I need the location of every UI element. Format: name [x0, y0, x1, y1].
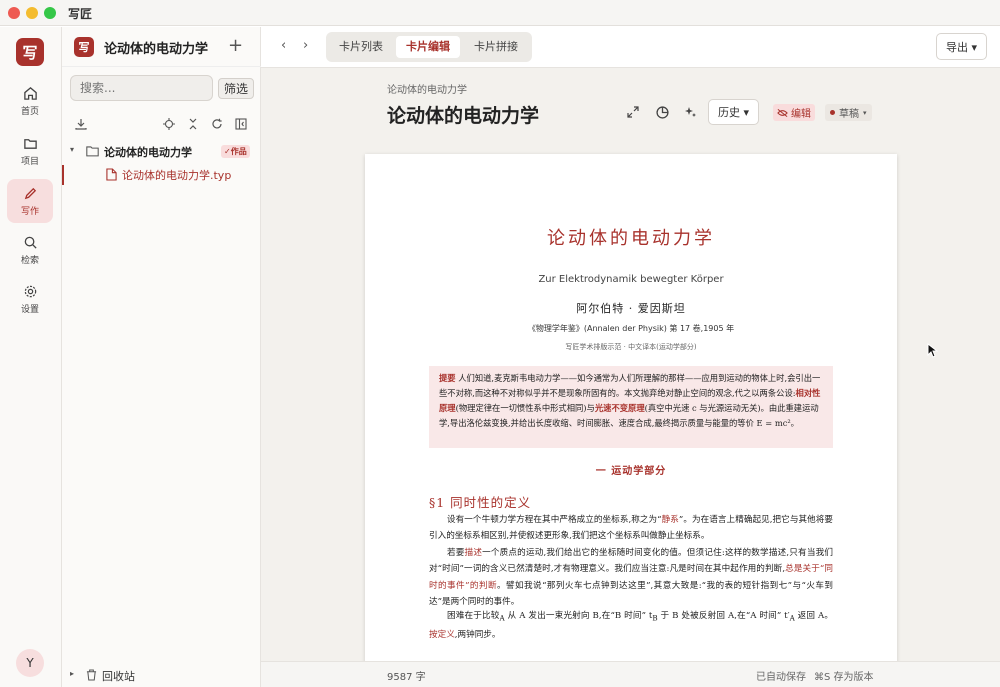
status-bar: 9587 字 已自动保存 ⌘S 存为版本 — [261, 661, 1000, 687]
home-icon — [23, 86, 37, 100]
app-nav-rail: 写 首页 项目 写作 检索 设置 Y — [0, 27, 62, 687]
trash-label: 回收站 — [102, 670, 135, 683]
paper-subtitle: Zur Elektrodynamik bewegter Körper — [538, 274, 724, 285]
chevron-down-icon: ▾ — [863, 108, 867, 117]
back-icon[interactable]: ‹ — [281, 38, 286, 53]
file-icon — [106, 168, 117, 181]
import-icon[interactable] — [74, 117, 88, 131]
ai-sparkle-icon[interactable] — [684, 105, 698, 119]
abstract-text: (物理定律在一切惯性系中形式相同)与 — [455, 403, 595, 413]
paper-author: 阿尔伯特 · 爱因斯坦 — [576, 302, 686, 315]
tree-folder-item[interactable]: ▾ 论动体的电动力学 ✓作品 — [62, 143, 261, 161]
nav-item-write[interactable]: 写作 — [7, 179, 53, 223]
paper-title: 论动体的电动力学 — [547, 228, 715, 249]
gear-icon — [24, 285, 36, 297]
nav-label: 项目 — [20, 156, 39, 167]
expand-icon[interactable] — [626, 105, 640, 119]
eye-off-icon — [777, 108, 788, 117]
document-page[interactable]: 论动体的电动力学 Zur Elektrodynamik bewegter Kör… — [365, 154, 897, 661]
forward-icon[interactable]: › — [303, 38, 308, 53]
top-toolbar: ‹ › 卡片列表 卡片编辑 卡片拼接 导出 ▾ — [261, 27, 1000, 68]
refresh-icon[interactable] — [210, 117, 224, 131]
export-button[interactable]: 导出 ▾ — [936, 33, 987, 60]
pencil-icon — [24, 187, 36, 199]
folder-icon — [86, 146, 99, 157]
draft-status-dropdown[interactable]: 草稿 ▾ — [825, 104, 872, 121]
sidebar-header: 写 论动体的电动力学 + — [62, 27, 261, 67]
locate-icon[interactable] — [162, 117, 176, 131]
abstract-label: 提要 — [439, 373, 456, 383]
save-version-hint[interactable]: ⌘S 存为版本 — [814, 668, 874, 683]
nav-item-search[interactable]: 检索 — [7, 228, 53, 272]
project-title: 论动体的电动力学 — [104, 42, 209, 57]
nav-item-projects[interactable]: 项目 — [7, 129, 53, 173]
mouse-cursor-icon — [927, 343, 938, 358]
nav-label: 写作 — [20, 206, 39, 217]
breadcrumb[interactable]: 论动体的电动力学 — [387, 81, 467, 96]
project-logo: 写 — [74, 37, 94, 57]
close-window-button[interactable] — [8, 7, 20, 19]
editor-main: 论动体的电动力学 论动体的电动力学 历史 ▾ 编辑 草稿 ▾ 论动体的电动力学 … — [261, 68, 1000, 661]
tab-card-edit[interactable]: 卡片编辑 — [396, 36, 460, 58]
project-sidebar: 写 论动体的电动力学 + 筛选 ▾ 论动体的电动力学 ✓作品 论动体的电动力学.… — [62, 27, 261, 687]
view-tabs: 卡片列表 卡片编辑 卡片拼接 — [326, 32, 532, 62]
app-title: 写匠 — [68, 7, 93, 21]
abstract-box: 提要 人们知道,麦克斯韦电动力学——如今通常为人们所理解的那样——应用到运动的物… — [429, 366, 833, 448]
paper-journal: 《物理学年鉴》(Annalen der Physik) 第 17 卷,1905 … — [527, 324, 735, 333]
status-badge: ✓作品 — [221, 145, 250, 158]
paragraph: 困难在于比较A 从 A 发出一束光射向 B,在“B 时间” tB 于 B 处被反… — [429, 611, 833, 641]
folder-icon — [23, 138, 37, 149]
tab-card-list[interactable]: 卡片列表 — [330, 36, 392, 58]
history-button[interactable]: 历史 ▾ — [708, 99, 759, 125]
paragraph: 设有一个牛顿力学方程在其中严格成立的坐标系,称之为“静系”。为在语言上精确起见,… — [429, 515, 833, 542]
word-count: 9587 字 — [387, 672, 426, 683]
trash-icon — [86, 669, 97, 681]
trash-item[interactable]: ▸ 回收站 — [62, 667, 261, 685]
paper-note: 写匠学术排版示范 · 中文译本(运动学部分) — [565, 343, 697, 351]
filter-button[interactable]: 筛选 — [218, 78, 254, 99]
nav-label: 检索 — [20, 255, 39, 266]
search-input[interactable] — [70, 75, 213, 101]
tree-folder-label: 论动体的电动力学 — [104, 146, 192, 159]
nav-item-home[interactable]: 首页 — [7, 79, 53, 123]
nav-label: 设置 — [20, 304, 39, 315]
edit-mode-toggle[interactable]: 编辑 — [773, 104, 815, 121]
section-heading: §1 同时性的定义 — [429, 495, 532, 510]
nav-item-settings[interactable]: 设置 — [7, 277, 53, 321]
status-dot — [830, 110, 835, 115]
edit-mode-label: 编辑 — [791, 109, 811, 120]
search-icon — [24, 236, 37, 249]
user-avatar[interactable]: Y — [16, 649, 44, 677]
abstract-text: 人们知道,麦克斯韦电动力学——如今通常为人们所理解的那样——应用到运动的物体上时… — [439, 373, 821, 398]
draft-status-label: 草稿 — [839, 109, 859, 120]
paragraph: 若要描述一个质点的运动,我们给出它的坐标随时间变化的值。但须记住:这样的数学描述… — [429, 548, 833, 608]
app-logo: 写 — [16, 38, 44, 66]
nav-label: 首页 — [20, 106, 39, 117]
page-title: 论动体的电动力学 — [387, 105, 540, 127]
window-titlebar: 写匠 — [0, 0, 1000, 26]
collapse-all-icon[interactable] — [186, 117, 200, 131]
tree-file-item[interactable]: 论动体的电动力学.typ — [62, 165, 261, 185]
minimize-window-button[interactable] — [26, 7, 38, 19]
collapse-sidebar-icon[interactable] — [234, 117, 248, 131]
maximize-window-button[interactable] — [44, 7, 56, 19]
tree-file-label: 论动体的电动力学.typ — [122, 169, 232, 182]
part-heading: 一 运动学部分 — [595, 466, 667, 477]
add-button[interactable]: + — [228, 35, 243, 56]
tab-card-merge[interactable]: 卡片拼接 — [464, 36, 528, 58]
chevron-right-icon: ▸ — [70, 669, 75, 678]
autosave-status: 已自动保存 — [756, 672, 806, 683]
abstract-highlight: 光速不变原理 — [594, 403, 645, 413]
chevron-down-icon: ▾ — [70, 145, 75, 154]
stats-icon[interactable] — [655, 105, 669, 119]
